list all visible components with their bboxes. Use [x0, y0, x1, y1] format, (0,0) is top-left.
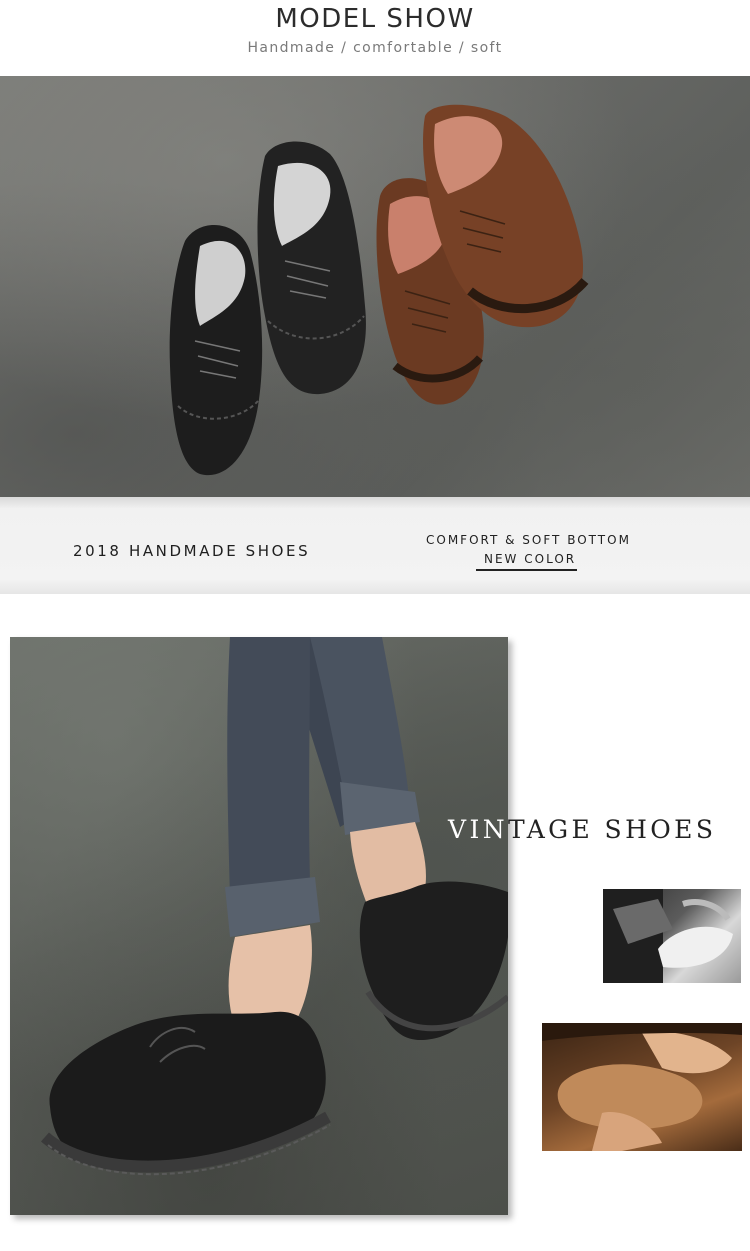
leather-crafting-illustration	[542, 1023, 742, 1151]
sewing-illustration	[603, 889, 733, 983]
vintage-heading-part1: VIN	[448, 815, 509, 844]
promo-band: 2018 HANDMADE SHOES COMFORT & SOFT BOTTO…	[0, 497, 750, 594]
band-new-color: NEW COLOR	[484, 552, 577, 566]
page-header: MODEL SHOW Handmade / comfortable / soft	[0, 0, 750, 76]
model-illustration	[41, 637, 508, 1176]
model-photo	[10, 637, 508, 1215]
shoes-illustration	[169, 104, 589, 476]
hero-product-photo	[0, 76, 750, 497]
page-title: MODEL SHOW	[275, 4, 475, 34]
band-underline	[476, 569, 577, 571]
black-shoe-left	[169, 224, 263, 476]
band-tagline: COMFORT & SOFT BOTTOM	[426, 533, 631, 547]
band-headline: 2018 HANDMADE SHOES	[73, 542, 311, 560]
craft-sewing-thumbnail	[603, 889, 741, 983]
page-subtitle: Handmade / comfortable / soft	[247, 40, 503, 56]
vintage-heading-part2: TAGE SHOES	[508, 815, 717, 844]
craft-leather-thumbnail	[542, 1023, 742, 1151]
black-shoe-right	[257, 141, 366, 395]
vintage-shoes-heading: VINTAGE SHOES	[448, 815, 716, 844]
